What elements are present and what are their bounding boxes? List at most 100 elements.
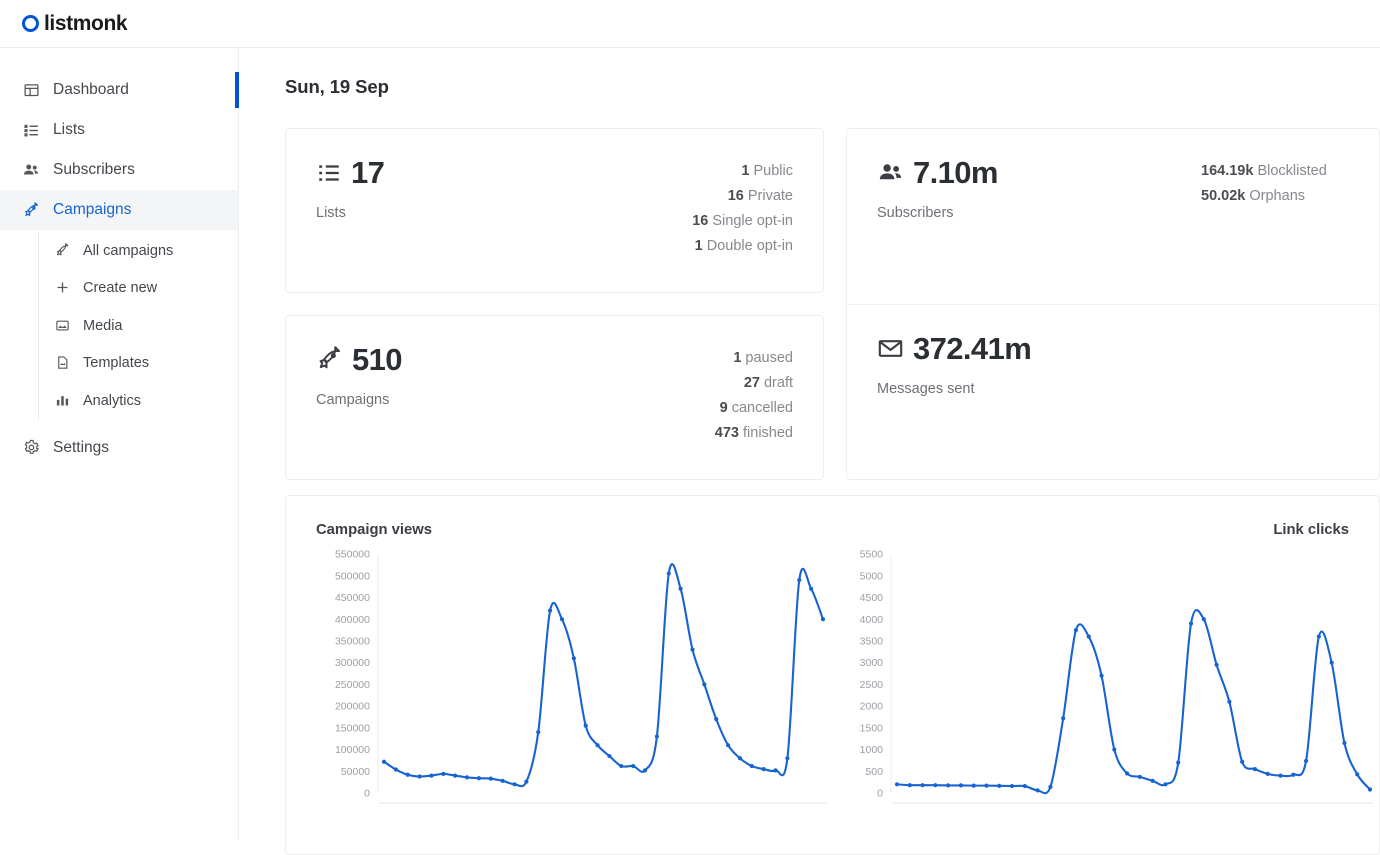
chart-data-point[interactable]: [933, 783, 937, 787]
sidebar-item-subscribers[interactable]: Subscribers: [0, 150, 238, 190]
chart-data-point[interactable]: [920, 783, 924, 787]
chart-data-point[interactable]: [667, 571, 671, 575]
breakdown-label: cancelled: [732, 400, 793, 416]
chart-data-point[interactable]: [1317, 634, 1321, 638]
chart-data-point[interactable]: [1368, 787, 1372, 791]
chart-data-point[interactable]: [477, 776, 481, 780]
chart-data-point[interactable]: [908, 783, 912, 787]
chart-data-point[interactable]: [441, 772, 445, 776]
chart-data-point[interactable]: [1240, 760, 1244, 764]
chart-data-point[interactable]: [895, 782, 899, 786]
chart-data-point[interactable]: [946, 783, 950, 787]
chart-data-point[interactable]: [560, 617, 564, 621]
chart-data-point[interactable]: [797, 578, 801, 582]
lists-stat-card[interactable]: 17 Lists 1 Public 16 Private 16 Si: [285, 128, 824, 293]
chart-data-point[interactable]: [489, 777, 493, 781]
sidebar-item-label: Lists: [53, 121, 85, 139]
sidebar-item-campaigns[interactable]: Campaigns: [0, 190, 238, 230]
chart-data-point[interactable]: [997, 784, 1001, 788]
chart-data-point[interactable]: [809, 587, 813, 591]
chart-data-point[interactable]: [655, 734, 659, 738]
chart-data-point[interactable]: [738, 756, 742, 760]
chart-data-point[interactable]: [785, 756, 789, 760]
chart-data-point[interactable]: [382, 760, 386, 764]
campaigns-value: 510: [352, 344, 402, 375]
chart-data-point[interactable]: [1176, 760, 1180, 764]
chart-data-point[interactable]: [572, 656, 576, 660]
chart-data-point[interactable]: [548, 608, 552, 612]
chart-data-point[interactable]: [417, 774, 421, 778]
chart-data-point[interactable]: [607, 754, 611, 758]
chart-data-point[interactable]: [1048, 785, 1052, 789]
chart-data-point[interactable]: [1099, 674, 1103, 678]
chart-data-point[interactable]: [690, 648, 694, 652]
chart-data-point[interactable]: [1074, 628, 1078, 632]
sidebar-item-lists[interactable]: Lists: [0, 110, 238, 150]
sidebar-item-create-new[interactable]: Create new: [39, 270, 238, 308]
chart-data-point[interactable]: [453, 774, 457, 778]
chart-data-point[interactable]: [1087, 634, 1091, 638]
chart-data-point[interactable]: [750, 764, 754, 768]
chart-data-point[interactable]: [536, 730, 540, 734]
chart-data-point[interactable]: [1010, 784, 1014, 788]
chart-data-point[interactable]: [1138, 775, 1142, 779]
campaign-views-chart[interactable]: 5500005000004500004000003500003000002500…: [286, 548, 833, 818]
chart-data-point[interactable]: [679, 587, 683, 591]
chart-data-point[interactable]: [501, 779, 505, 783]
chart-data-point[interactable]: [1023, 784, 1027, 788]
chart-data-point[interactable]: [984, 784, 988, 788]
chart-data-point[interactable]: [1036, 788, 1040, 792]
chart-data-point[interactable]: [584, 724, 588, 728]
breakdown-row: 1 paused: [733, 350, 793, 366]
chart-data-point[interactable]: [773, 768, 777, 772]
chart-data-point[interactable]: [631, 764, 635, 768]
chart-data-point[interactable]: [643, 768, 647, 772]
sidebar-item-all-campaigns[interactable]: All campaigns: [39, 232, 238, 270]
sidebar-item-settings[interactable]: Settings: [0, 428, 238, 468]
chart-data-point[interactable]: [762, 767, 766, 771]
sidebar-item-media[interactable]: Media: [39, 307, 238, 345]
chart-data-point[interactable]: [1278, 774, 1282, 778]
subscribers-stat-section: 7.10m Subscribers 164.19k Blocklisted 50…: [847, 129, 1379, 304]
chart-data-point[interactable]: [619, 764, 623, 768]
chart-data-point[interactable]: [1214, 663, 1218, 667]
chart-data-point[interactable]: [1202, 617, 1206, 621]
chart-data-point[interactable]: [465, 775, 469, 779]
chart-data-point[interactable]: [1304, 759, 1308, 763]
chart-data-point[interactable]: [1112, 747, 1116, 751]
rocket-icon: [22, 201, 40, 219]
chart-data-point[interactable]: [1291, 773, 1295, 777]
chart-data-point[interactable]: [1163, 782, 1167, 786]
chart-data-point[interactable]: [702, 682, 706, 686]
chart-data-point[interactable]: [512, 782, 516, 786]
chart-data-point[interactable]: [714, 717, 718, 721]
link-clicks-chart[interactable]: 5500500045004000350030002500200015001000…: [833, 548, 1380, 818]
chart-data-point[interactable]: [972, 784, 976, 788]
chart-data-point[interactable]: [1061, 716, 1065, 720]
chart-data-point[interactable]: [821, 617, 825, 621]
chart-data-point[interactable]: [429, 774, 433, 778]
subscribers-messages-card[interactable]: 7.10m Subscribers 164.19k Blocklisted 50…: [846, 128, 1380, 480]
chart-data-point[interactable]: [1355, 772, 1359, 776]
chart-data-point[interactable]: [394, 767, 398, 771]
chart-data-point[interactable]: [524, 780, 528, 784]
chart-data-point[interactable]: [595, 743, 599, 747]
app-logo[interactable]: listmonk: [22, 13, 127, 34]
chart-data-point[interactable]: [1125, 771, 1129, 775]
chart-data-point[interactable]: [1151, 779, 1155, 783]
chart-data-point[interactable]: [1227, 700, 1231, 704]
y-axis-tick-label: 3000: [860, 657, 884, 669]
chart-data-point[interactable]: [1189, 621, 1193, 625]
sidebar-item-dashboard[interactable]: Dashboard: [0, 70, 238, 110]
chart-data-point[interactable]: [1266, 772, 1270, 776]
campaign-views-title: Campaign views: [316, 522, 432, 538]
campaigns-stat-card[interactable]: 510 Campaigns 1 paused 27 draft 9: [285, 315, 824, 480]
chart-data-point[interactable]: [726, 743, 730, 747]
sidebar-item-analytics[interactable]: Analytics: [39, 382, 238, 420]
sidebar-item-templates[interactable]: Templates: [39, 345, 238, 383]
chart-data-point[interactable]: [406, 773, 410, 777]
chart-data-point[interactable]: [1253, 767, 1257, 771]
chart-data-point[interactable]: [959, 783, 963, 787]
chart-data-point[interactable]: [1342, 741, 1346, 745]
chart-data-point[interactable]: [1330, 661, 1334, 665]
